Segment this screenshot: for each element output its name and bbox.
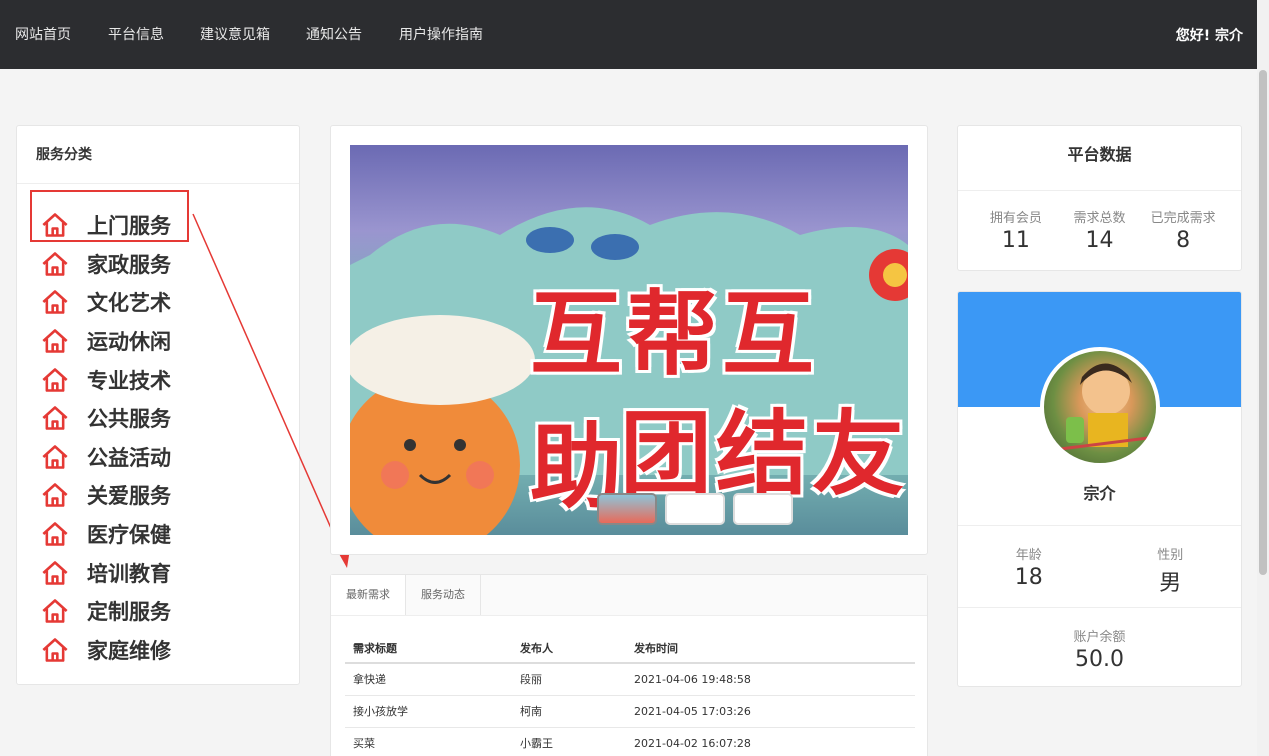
home-icon bbox=[41, 443, 87, 471]
profile-balance-value: 50.0 bbox=[1075, 647, 1124, 672]
avatar-illustration bbox=[1044, 363, 1156, 453]
annotation-highlight-box bbox=[30, 190, 189, 242]
stat-members-value: 11 bbox=[1001, 228, 1030, 253]
need-time-cell: 2021-04-05 17:03:26 bbox=[626, 695, 915, 728]
table-row[interactable]: 接小孩放学 柯南 2021-04-05 17:03:26 bbox=[345, 695, 915, 728]
nav-suggestion-box[interactable]: 建议意见箱 bbox=[200, 24, 270, 44]
profile-balance-label: 账户余额 bbox=[1073, 630, 1126, 645]
category-label: 运动休闲 bbox=[87, 330, 171, 355]
profile-divider bbox=[958, 607, 1241, 608]
category-label: 家政服务 bbox=[87, 252, 171, 277]
category-label: 文化艺术 bbox=[87, 291, 171, 316]
category-list: 上门服务 家政服务 文化艺术 运动休闲 专业技术 公共服务 公益活动 关爱服务 医疗保健 培训教育… bbox=[41, 206, 171, 669]
carousel-thumb-2[interactable] bbox=[665, 493, 725, 525]
category-label: 定制服务 bbox=[87, 600, 171, 625]
category-item[interactable]: 运动休闲 bbox=[41, 322, 171, 361]
tab-service-news[interactable]: 服务动态 bbox=[406, 575, 481, 615]
banner-carousel[interactable]: 互帮互助 团结友 bbox=[350, 145, 908, 535]
scrollbar[interactable] bbox=[1257, 0, 1269, 756]
user-greeting[interactable]: 您好! 宗介 bbox=[1176, 25, 1243, 45]
category-item[interactable]: 公共服务 bbox=[41, 399, 171, 438]
category-item[interactable]: 培训教育 bbox=[41, 553, 171, 592]
needs-panel: 最新需求 服务动态 需求标题 发布人 发布时间 拿快递 段丽 2021-04-06 … bbox=[330, 574, 928, 756]
category-label: 培训教育 bbox=[87, 561, 171, 586]
need-title-cell: 拿快递 bbox=[345, 663, 512, 696]
category-label: 公益活动 bbox=[87, 445, 171, 470]
stat-demands-label: 需求总数 bbox=[1073, 211, 1126, 226]
platform-stats-title: 平台数据 bbox=[958, 126, 1241, 191]
profile-name: 宗介 bbox=[1083, 484, 1116, 503]
table-row[interactable]: 拿快递 段丽 2021-04-06 19:48:58 bbox=[345, 663, 915, 696]
category-item[interactable]: 家政服务 bbox=[41, 245, 171, 284]
profile-gender-label: 性别 bbox=[1157, 548, 1184, 563]
category-item[interactable]: 医疗保健 bbox=[41, 515, 171, 554]
profile-age-value: 18 bbox=[1014, 565, 1043, 590]
need-time-cell: 2021-04-02 16:07:28 bbox=[626, 727, 915, 756]
nav-notice[interactable]: 通知公告 bbox=[306, 24, 362, 44]
category-label: 关爱服务 bbox=[87, 484, 171, 509]
platform-stats-panel: 平台数据 拥有会员 11 需求总数 14 已完成需求 8 bbox=[957, 125, 1242, 271]
stat-done-value: 8 bbox=[1176, 228, 1191, 253]
category-label: 家庭维修 bbox=[87, 638, 171, 663]
need-publisher-cell: 段丽 bbox=[512, 663, 626, 696]
stat-members: 拥有会员 11 bbox=[976, 207, 1056, 253]
home-icon bbox=[41, 636, 87, 664]
category-panel-title: 服务分类 bbox=[17, 126, 299, 184]
carousel-thumbnails bbox=[597, 493, 793, 525]
col-title-header: 需求标题 bbox=[345, 633, 512, 664]
home-icon bbox=[41, 404, 87, 432]
home-icon bbox=[41, 327, 87, 355]
stat-demands: 需求总数 14 bbox=[1059, 207, 1139, 253]
need-publisher-cell: 柯南 bbox=[512, 695, 626, 728]
tab-latest-needs[interactable]: 最新需求 bbox=[331, 575, 406, 615]
category-label: 公共服务 bbox=[87, 407, 171, 432]
home-icon bbox=[41, 288, 87, 316]
carousel-thumb-3[interactable] bbox=[733, 493, 793, 525]
table-header-row: 需求标题 发布人 发布时间 bbox=[345, 633, 915, 664]
col-publisher-header: 发布人 bbox=[512, 633, 626, 664]
home-icon bbox=[41, 250, 87, 278]
profile-balance: 账户余额 50.0 bbox=[958, 626, 1241, 672]
needs-table: 需求标题 发布人 发布时间 拿快递 段丽 2021-04-06 19:48:58 接小… bbox=[345, 633, 915, 756]
need-title-cell: 买菜 bbox=[345, 727, 512, 756]
top-navbar: 网站首页 平台信息 建议意见箱 通知公告 用户操作指南 您好! 宗介 bbox=[0, 0, 1257, 69]
profile-age-label: 年龄 bbox=[1015, 548, 1042, 563]
category-item[interactable]: 公益活动 bbox=[41, 438, 171, 477]
user-profile-panel: 宗介 年龄 18 性别 男 账户余额 50.0 bbox=[957, 291, 1242, 687]
category-item[interactable]: 家庭维修 bbox=[41, 631, 171, 670]
profile-gender-value: 男 bbox=[1159, 571, 1182, 596]
col-time-header: 发布时间 bbox=[626, 633, 915, 664]
nav-platform-info[interactable]: 平台信息 bbox=[108, 24, 164, 44]
category-item[interactable]: 关爱服务 bbox=[41, 476, 171, 515]
category-item[interactable]: 专业技术 bbox=[41, 360, 171, 399]
nav-user-guide[interactable]: 用户操作指南 bbox=[399, 24, 483, 44]
carousel-thumb-1[interactable] bbox=[597, 493, 657, 525]
home-icon bbox=[41, 559, 87, 587]
profile-gender: 性别 男 bbox=[1120, 544, 1220, 597]
category-label: 医疗保健 bbox=[87, 523, 171, 548]
avatar[interactable] bbox=[1040, 347, 1160, 467]
profile-divider bbox=[958, 525, 1241, 526]
profile-age: 年龄 18 bbox=[979, 544, 1079, 597]
banner-card: 互帮互助 团结友 bbox=[330, 125, 928, 555]
stat-demands-value: 14 bbox=[1085, 228, 1114, 253]
home-icon bbox=[41, 520, 87, 548]
stat-done-label: 已完成需求 bbox=[1150, 211, 1216, 226]
needs-tabs: 最新需求 服务动态 bbox=[331, 575, 927, 616]
stat-done: 已完成需求 8 bbox=[1143, 207, 1223, 253]
home-icon bbox=[41, 597, 87, 625]
table-row[interactable]: 买菜 小霸王 2021-04-02 16:07:28 bbox=[345, 727, 915, 756]
category-item[interactable]: 文化艺术 bbox=[41, 283, 171, 322]
need-publisher-cell: 小霸王 bbox=[512, 727, 626, 756]
need-title-cell: 接小孩放学 bbox=[345, 695, 512, 728]
category-label: 专业技术 bbox=[87, 368, 171, 393]
home-icon bbox=[41, 366, 87, 394]
home-icon bbox=[41, 481, 87, 509]
stat-members-label: 拥有会员 bbox=[989, 211, 1042, 226]
nav-home[interactable]: 网站首页 bbox=[15, 24, 71, 44]
scrollbar-thumb[interactable] bbox=[1259, 70, 1267, 575]
category-item[interactable]: 定制服务 bbox=[41, 592, 171, 631]
need-time-cell: 2021-04-06 19:48:58 bbox=[626, 663, 915, 696]
